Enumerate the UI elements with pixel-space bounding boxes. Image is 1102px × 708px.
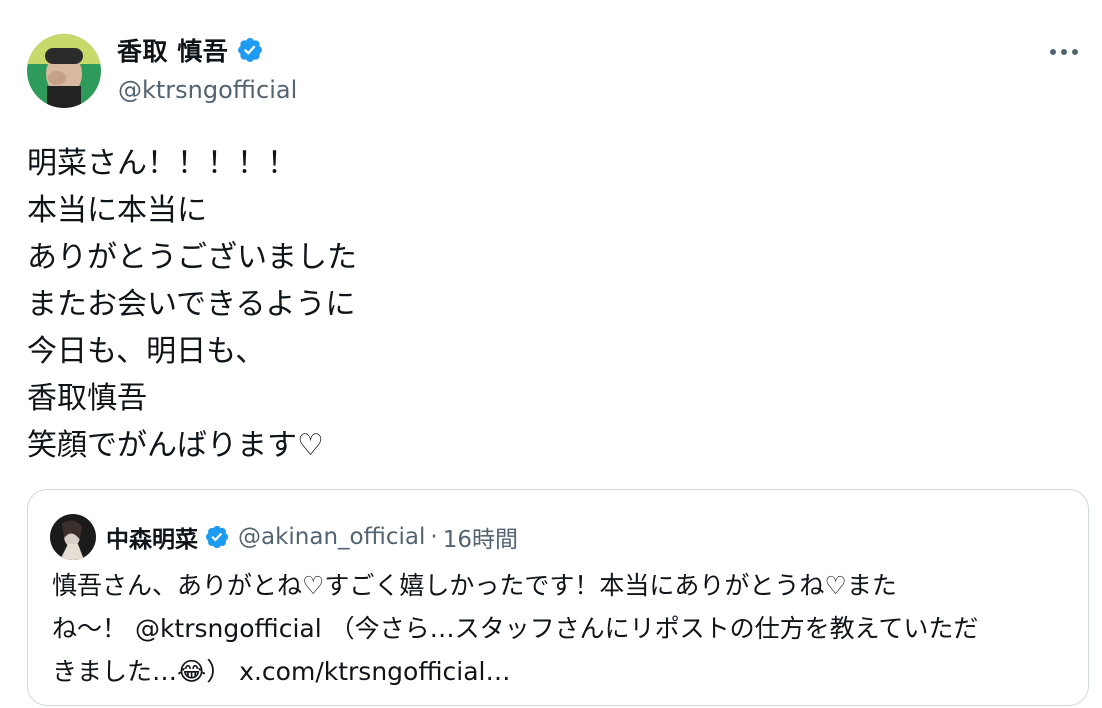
- more-options-button[interactable]: [1044, 40, 1084, 64]
- more-horizontal-icon: [1050, 49, 1078, 55]
- tweet-line: 明菜さん！！！！！: [27, 146, 297, 181]
- tweet-line: 今日も、明日も、: [27, 334, 266, 369]
- tweet-line: ありがとうございました: [27, 240, 357, 275]
- tweet-line: 香取慎吾: [27, 381, 147, 416]
- tweet-line: 本当に本当に: [27, 193, 207, 228]
- quoted-separator: ·: [430, 524, 438, 550]
- tweet-line: またお会いできるように: [27, 287, 356, 322]
- quoted-line-1: 慎吾さん、ありがとね♡すごく嬉しかったです！本当にありがとうね♡また: [52, 571, 897, 600]
- quoted-header: 中森明菜 @akinan_official · 16時間: [106, 520, 518, 554]
- quoted-tweet[interactable]: 中森明菜 @akinan_official · 16時間 慎吾さん、ありがとね♡…: [27, 489, 1089, 706]
- quoted-display-name[interactable]: 中森明菜: [106, 520, 198, 554]
- author-name-row[interactable]: 香取 慎吾: [117, 32, 264, 68]
- quoted-line-3: きました…😂） x.com/ktrsngofficial…: [52, 650, 1072, 693]
- author-avatar[interactable]: [27, 34, 101, 108]
- quoted-line-2-end: （今さら…スタッフさんにリポストの仕方を教えていただ: [321, 614, 979, 643]
- quoted-author-avatar[interactable]: [50, 514, 96, 560]
- quoted-timestamp[interactable]: 16時間: [443, 520, 518, 554]
- author-handle[interactable]: @ktrsngofficial: [118, 76, 297, 104]
- quoted-line-2: ね～！ @ktrsngofficial （今さら…スタッフさんにリポストの仕方を…: [52, 607, 1072, 650]
- tweet-text: 明菜さん！！！！！ 本当に本当に ありがとうございました またお会いできるように…: [27, 140, 357, 469]
- verified-badge-icon: [238, 38, 263, 62]
- quoted-text: 慎吾さん、ありがとね♡すごく嬉しかったです！本当にありがとうね♡また ね～！ @…: [52, 564, 1072, 693]
- quoted-handle[interactable]: @akinan_official: [238, 524, 425, 550]
- mention-link[interactable]: @ktrsngofficial: [135, 614, 322, 643]
- laughing-emoji-icon: 😂: [177, 657, 207, 686]
- quoted-link[interactable]: ） x.com/ktrsngofficial…: [206, 657, 510, 686]
- quoted-line-2-start: ね～！: [52, 614, 135, 643]
- verified-badge-icon: [205, 525, 229, 549]
- quoted-line-3-start: きました…: [52, 657, 178, 686]
- author-display-name[interactable]: 香取 慎吾: [117, 32, 228, 68]
- tweet-line: 笑顔でがんばります♡: [27, 428, 324, 463]
